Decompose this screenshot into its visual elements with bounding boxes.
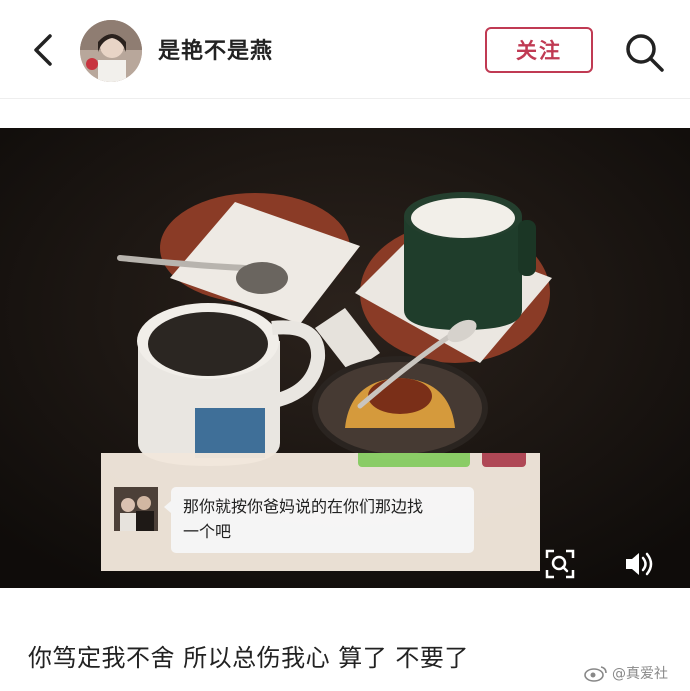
post-image[interactable]: 那你就按你爸妈说的在你们那边找 一个吧 — [0, 128, 690, 588]
chat-screenshot-overlay: 那你就按你爸妈说的在你们那边找 一个吧 — [101, 453, 540, 571]
watermark: @真爱社 — [584, 663, 668, 683]
scan-icon — [545, 549, 575, 579]
sent-bubble-fragment — [358, 453, 470, 467]
back-button[interactable] — [24, 30, 64, 70]
avatar-fragment — [482, 453, 526, 467]
scan-button[interactable] — [543, 547, 577, 581]
chevron-left-icon — [34, 34, 52, 66]
top-bar: 是艳不是燕 关注 — [0, 0, 690, 98]
chat-message-line-1: 那你就按你爸妈说的在你们那边找 — [183, 497, 424, 516]
chat-message-line-2: 一个吧 — [183, 522, 232, 541]
weibo-icon — [584, 666, 607, 682]
search-button[interactable] — [622, 30, 666, 74]
watermark-text: @真爱社 — [612, 666, 668, 682]
follow-button[interactable]: 关注 — [485, 27, 593, 73]
post-caption: 你笃定我不舍 所以总伤我心 算了 不要了 — [28, 644, 469, 672]
chat-avatar — [114, 487, 158, 531]
header-divider — [0, 98, 690, 99]
sound-button[interactable] — [621, 547, 657, 581]
chat-message-bubble: 那你就按你爸妈说的在你们那边找 一个吧 — [164, 487, 474, 553]
username[interactable]: 是艳不是燕 — [158, 33, 273, 65]
avatar[interactable] — [80, 20, 142, 82]
volume-icon — [626, 552, 653, 576]
search-icon — [626, 34, 664, 72]
